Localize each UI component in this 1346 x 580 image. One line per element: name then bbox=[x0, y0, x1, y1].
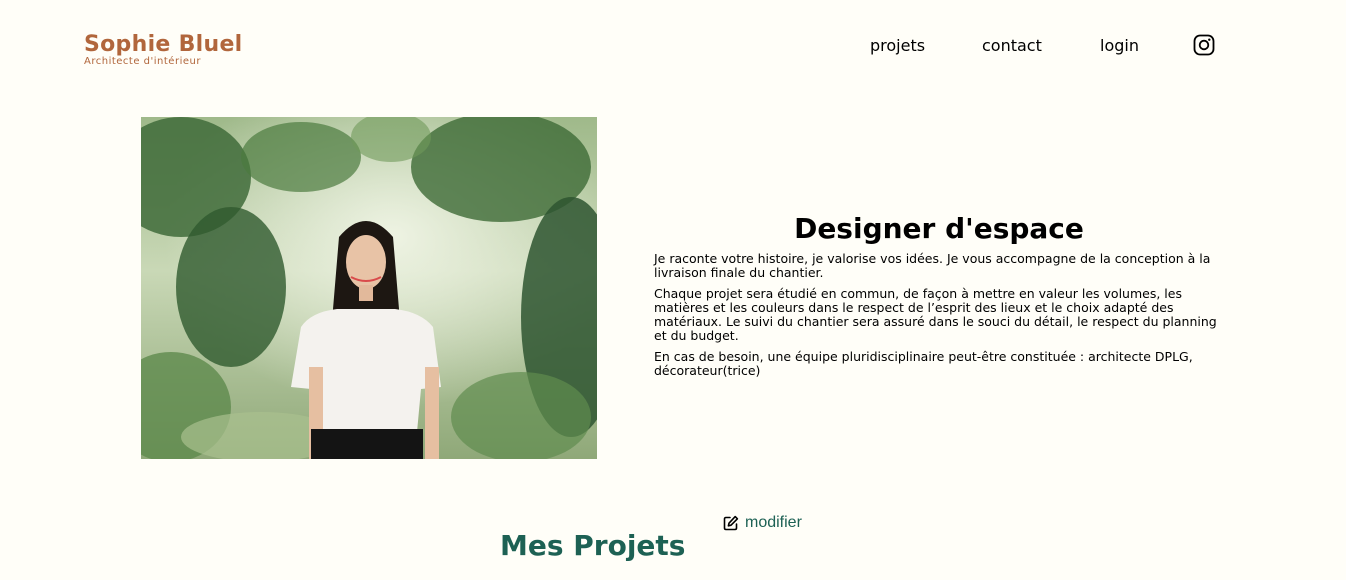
projects-title: Mes Projets bbox=[500, 529, 686, 563]
intro-paragraph: En cas de besoin, une équipe pluridiscip… bbox=[654, 349, 1193, 378]
page: Sophie Bluel Architecte d'intérieur proj… bbox=[0, 0, 1346, 580]
intro-paragraph: Chaque projet sera étudié en commun, de … bbox=[654, 286, 1217, 343]
nav-link-projets[interactable]: projets bbox=[870, 36, 925, 56]
modify-label: modifier bbox=[745, 514, 802, 531]
intro-paragraph: Je raconte votre histoire, je valorise v… bbox=[654, 251, 1211, 280]
logo-title[interactable]: Sophie Bluel bbox=[84, 31, 243, 59]
edit-icon bbox=[723, 515, 739, 531]
nav-link-login[interactable]: login bbox=[1100, 36, 1139, 56]
logo-subtitle: Architecte d'intérieur bbox=[84, 56, 201, 67]
modify-button[interactable]: modifier bbox=[723, 513, 802, 533]
nav-link-contact[interactable]: contact bbox=[982, 36, 1042, 56]
instagram-icon[interactable] bbox=[1193, 34, 1215, 56]
intro-title: Designer d'espace bbox=[794, 212, 1084, 246]
portrait-photo bbox=[141, 117, 597, 459]
